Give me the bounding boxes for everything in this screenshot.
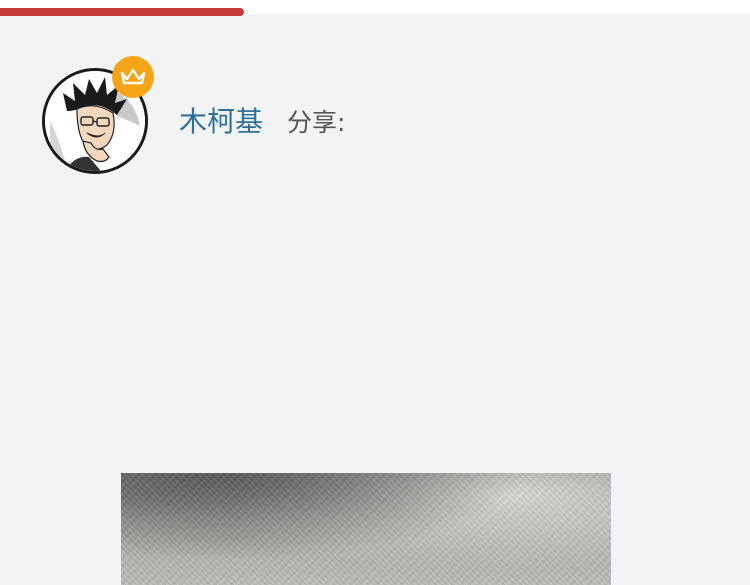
share-label: 分享: [287,107,346,137]
author-header: 木柯基 分享: [42,56,346,176]
vip-badge [112,56,154,98]
post-image[interactable] [121,473,611,585]
reading-progress-track [0,0,750,16]
author-name[interactable]: 木柯基 [179,108,263,136]
reading-progress-bar [0,8,244,16]
avatar-container[interactable] [42,56,154,176]
crown-icon [120,68,146,85]
